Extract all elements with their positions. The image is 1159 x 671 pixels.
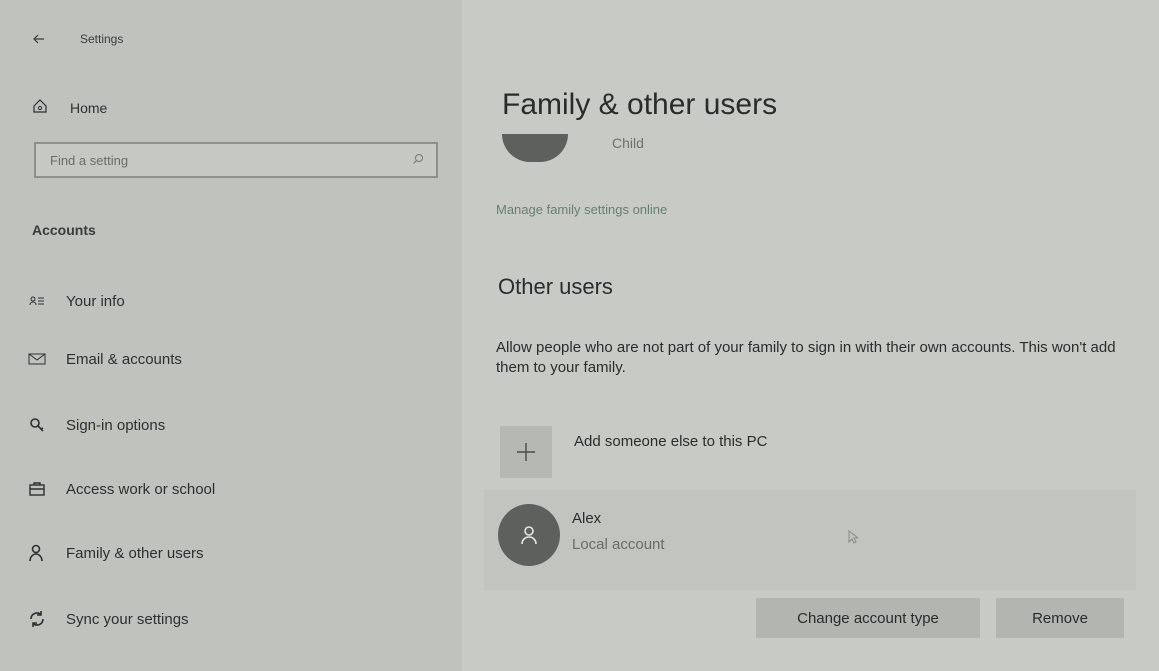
sidebar-item-label: Family & other users bbox=[66, 544, 204, 562]
user-account-type: Local account bbox=[572, 536, 665, 553]
mail-icon bbox=[26, 353, 48, 365]
user-name: Alex bbox=[572, 510, 602, 527]
sidebar-item-sign-in-options[interactable]: Sign-in options bbox=[26, 412, 165, 438]
sidebar-item-family[interactable]: Family & other users bbox=[26, 540, 204, 566]
other-users-heading: Other users bbox=[498, 274, 613, 299]
page-title: Family & other users bbox=[502, 88, 778, 121]
plus-icon bbox=[500, 426, 552, 478]
mouse-cursor-icon bbox=[848, 529, 860, 547]
person-icon bbox=[26, 544, 48, 562]
title-bar: Settings bbox=[28, 28, 123, 50]
sync-icon bbox=[26, 610, 48, 628]
child-account-row[interactable]: Child bbox=[502, 134, 644, 162]
sidebar-item-label: Your info bbox=[66, 292, 125, 310]
add-user-label: Add someone else to this PC bbox=[574, 432, 768, 450]
remove-button[interactable]: Remove bbox=[996, 598, 1124, 638]
search-icon[interactable] bbox=[412, 153, 424, 168]
sidebar-item-label: Email & accounts bbox=[66, 350, 182, 368]
change-account-type-button[interactable]: Change account type bbox=[756, 598, 980, 638]
back-arrow-icon[interactable] bbox=[28, 28, 50, 50]
sidebar-item-label: Sync your settings bbox=[66, 610, 189, 628]
sidebar-item-your-info[interactable]: Your info bbox=[26, 288, 125, 314]
manage-family-link[interactable]: Manage family settings online bbox=[496, 202, 667, 217]
sidebar-item-home[interactable]: Home bbox=[32, 98, 107, 117]
search-input[interactable] bbox=[48, 151, 412, 169]
briefcase-icon bbox=[26, 482, 48, 496]
app-title: Settings bbox=[80, 32, 124, 46]
avatar bbox=[502, 134, 568, 162]
sidebar-item-label: Home bbox=[70, 99, 108, 116]
sidebar-item-email-accounts[interactable]: Email & accounts bbox=[26, 346, 182, 372]
person-icon bbox=[498, 504, 560, 566]
user-card-alex[interactable]: Alex Local account bbox=[484, 490, 1136, 590]
home-icon bbox=[32, 98, 48, 117]
child-label: Child bbox=[612, 135, 644, 151]
sidebar-item-label: Sign-in options bbox=[66, 416, 166, 434]
sidebar: Settings Home Accounts Your info E bbox=[0, 0, 462, 671]
sidebar-item-access-work[interactable]: Access work or school bbox=[26, 476, 215, 502]
sidebar-item-label: Access work or school bbox=[66, 480, 216, 498]
add-user-button[interactable]: Add someone else to this PC bbox=[500, 422, 767, 478]
sidebar-item-sync[interactable]: Sync your settings bbox=[26, 606, 189, 632]
main-content: Family & other users Child Manage family… bbox=[462, 0, 1159, 671]
key-icon bbox=[26, 417, 48, 433]
other-users-description: Allow people who are not part of your fa… bbox=[496, 339, 1116, 376]
section-label: Accounts bbox=[32, 222, 96, 238]
contact-card-icon bbox=[26, 294, 48, 308]
settings-window: Settings Home Accounts Your info E bbox=[0, 0, 1159, 671]
search-field[interactable] bbox=[34, 142, 438, 178]
